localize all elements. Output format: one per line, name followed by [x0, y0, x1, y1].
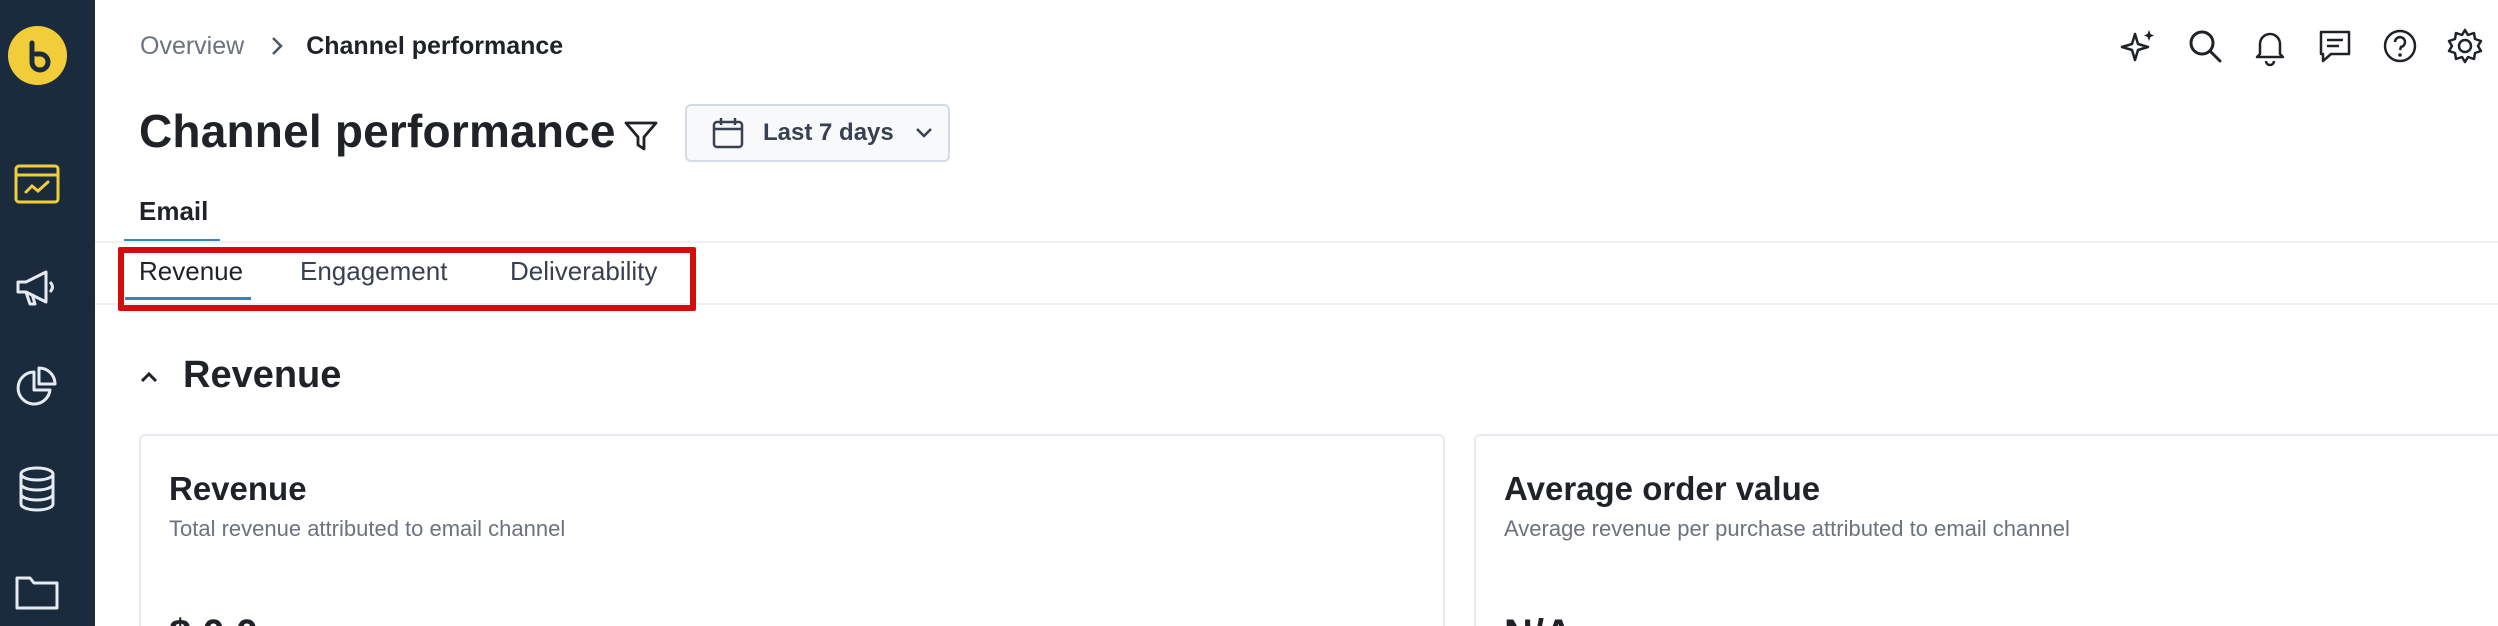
folder-icon[interactable]	[10, 564, 64, 618]
date-range-button[interactable]: Last 7 days	[685, 104, 950, 162]
chevron-right-icon	[272, 37, 283, 55]
sparkle-icon[interactable]	[2117, 24, 2161, 68]
sidebar	[0, 0, 95, 626]
tab-email[interactable]: Email	[124, 190, 220, 242]
revenue-card: Revenue Total revenue attributed to emai…	[139, 434, 1445, 626]
date-range-label: Last 7 days	[763, 119, 894, 146]
pie-chart-icon[interactable]	[10, 360, 64, 414]
filter-icon[interactable]	[620, 115, 662, 157]
database-icon[interactable]	[10, 462, 64, 516]
breadcrumb: Overview Channel performance	[140, 28, 563, 64]
chevron-up-icon[interactable]	[136, 364, 162, 390]
page-title: Channel performance	[139, 105, 616, 157]
card-value: $ 0.0	[169, 612, 258, 626]
calendar-icon	[712, 118, 744, 149]
chevron-down-icon	[915, 128, 932, 138]
card-title: Revenue	[169, 470, 307, 507]
breadcrumb-current: Channel performance	[306, 31, 564, 60]
section-title: Revenue	[183, 354, 342, 396]
dashboard-icon[interactable]	[10, 158, 64, 212]
card-subtitle: Total revenue attributed to email channe…	[169, 516, 566, 541]
breadcrumb-overview-link[interactable]: Overview	[140, 32, 244, 61]
average-order-value-card: Average order value Average revenue per …	[1474, 434, 2498, 626]
card-value: N/A	[1504, 612, 1573, 626]
card-title: Average order value	[1504, 470, 1821, 507]
tab-email-label: Email	[139, 196, 209, 226]
gear-icon[interactable]	[2443, 24, 2487, 68]
highlight-annotation-box	[118, 247, 696, 311]
help-icon[interactable]	[2378, 24, 2422, 68]
brand-logo-icon[interactable]	[8, 26, 67, 85]
megaphone-icon[interactable]	[10, 260, 64, 314]
bell-icon[interactable]	[2248, 24, 2292, 68]
card-subtitle: Average revenue per purchase attributed …	[1504, 516, 2070, 541]
search-icon[interactable]	[2183, 24, 2227, 68]
chat-icon[interactable]	[2313, 24, 2357, 68]
